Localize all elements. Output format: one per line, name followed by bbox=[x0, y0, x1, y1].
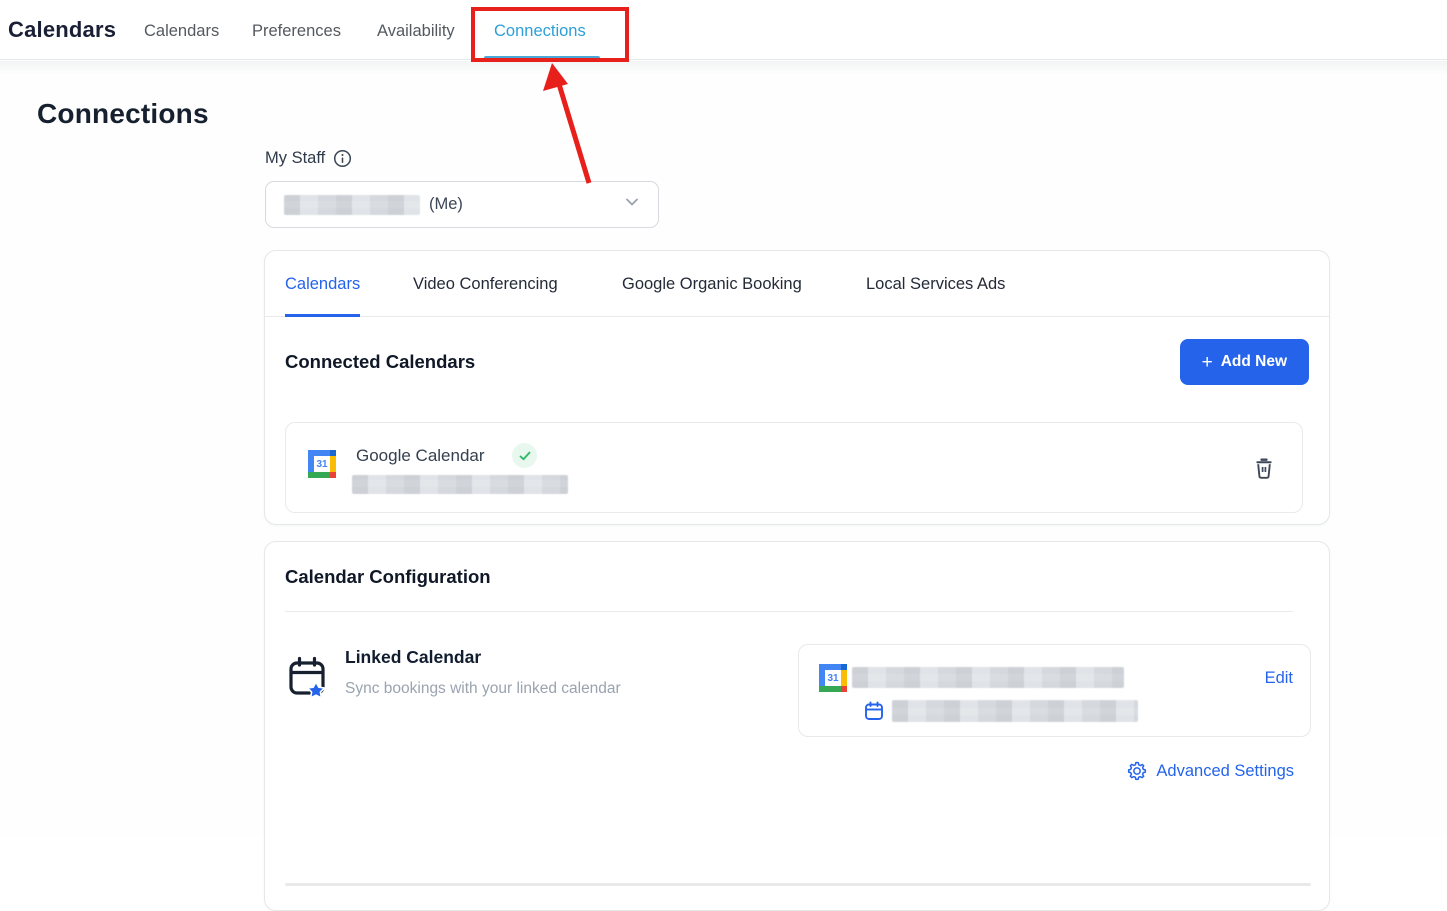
linked-calendar-subtitle: Sync bookings with your linked calendar bbox=[345, 680, 621, 698]
page-title: Connections bbox=[37, 98, 209, 130]
connection-name: Google Calendar bbox=[356, 446, 485, 466]
plus-icon: + bbox=[1202, 353, 1213, 372]
connected-calendars-heading: Connected Calendars bbox=[285, 351, 475, 373]
my-staff-label: My Staff bbox=[265, 149, 325, 168]
divider bbox=[285, 883, 1311, 886]
divider bbox=[285, 611, 1293, 612]
calendar-outline-icon bbox=[863, 700, 885, 727]
main-content: Connections My Staff (Me) Calendars Vide… bbox=[0, 61, 1447, 836]
google-calendar-icon: 31 bbox=[819, 664, 847, 692]
tab-local-services-ads[interactable]: Local Services Ads bbox=[866, 251, 1005, 317]
connection-email-redacted bbox=[352, 475, 568, 494]
tab-google-organic-booking[interactable]: Google Organic Booking bbox=[622, 251, 802, 317]
linked-calendar-box: 31 Edit bbox=[798, 644, 1311, 737]
linked-calendar-title: Linked Calendar bbox=[345, 647, 481, 668]
google-calendar-icon: 31 bbox=[308, 450, 336, 478]
calendar-star-icon bbox=[287, 655, 331, 706]
add-new-label: Add New bbox=[1221, 353, 1287, 371]
nav-tab-calendars[interactable]: Calendars bbox=[144, 22, 219, 41]
check-circle-icon bbox=[512, 443, 537, 468]
linked-account-redacted bbox=[852, 667, 1124, 688]
nav-tab-availability[interactable]: Availability bbox=[377, 22, 455, 41]
app-header: Calendars Calendars Preferences Availabi… bbox=[0, 0, 1447, 60]
info-icon[interactable] bbox=[333, 149, 352, 168]
trash-icon[interactable] bbox=[1253, 456, 1275, 480]
nav-tab-preferences[interactable]: Preferences bbox=[252, 22, 341, 41]
connected-calendars-card: Calendars Video Conferencing Google Orga… bbox=[264, 250, 1330, 525]
edit-link[interactable]: Edit bbox=[1265, 669, 1293, 688]
staff-me-suffix: (Me) bbox=[429, 195, 463, 214]
staff-name-redacted bbox=[284, 195, 420, 215]
tab-video-conferencing[interactable]: Video Conferencing bbox=[413, 251, 558, 317]
gear-icon bbox=[1127, 761, 1147, 781]
active-tab-underline bbox=[484, 56, 600, 60]
integration-tabbar: Calendars Video Conferencing Google Orga… bbox=[265, 251, 1329, 317]
add-new-button[interactable]: + Add New bbox=[1180, 339, 1309, 385]
linked-calendar-name-redacted bbox=[892, 700, 1138, 722]
tab-calendars[interactable]: Calendars bbox=[285, 251, 360, 317]
app-title: Calendars bbox=[8, 17, 116, 43]
chevron-down-icon bbox=[624, 194, 640, 215]
calendar-configuration-heading: Calendar Configuration bbox=[285, 566, 491, 588]
advanced-settings-label: Advanced Settings bbox=[1156, 762, 1294, 781]
nav-tab-connections[interactable]: Connections bbox=[494, 22, 586, 41]
staff-select-dropdown[interactable]: (Me) bbox=[265, 181, 659, 228]
calendar-configuration-card: Calendar Configuration Linked Calendar S… bbox=[264, 541, 1330, 911]
google-calendar-connection-row: 31 Google Calendar bbox=[285, 422, 1303, 513]
advanced-settings-link[interactable]: Advanced Settings bbox=[1127, 761, 1294, 781]
